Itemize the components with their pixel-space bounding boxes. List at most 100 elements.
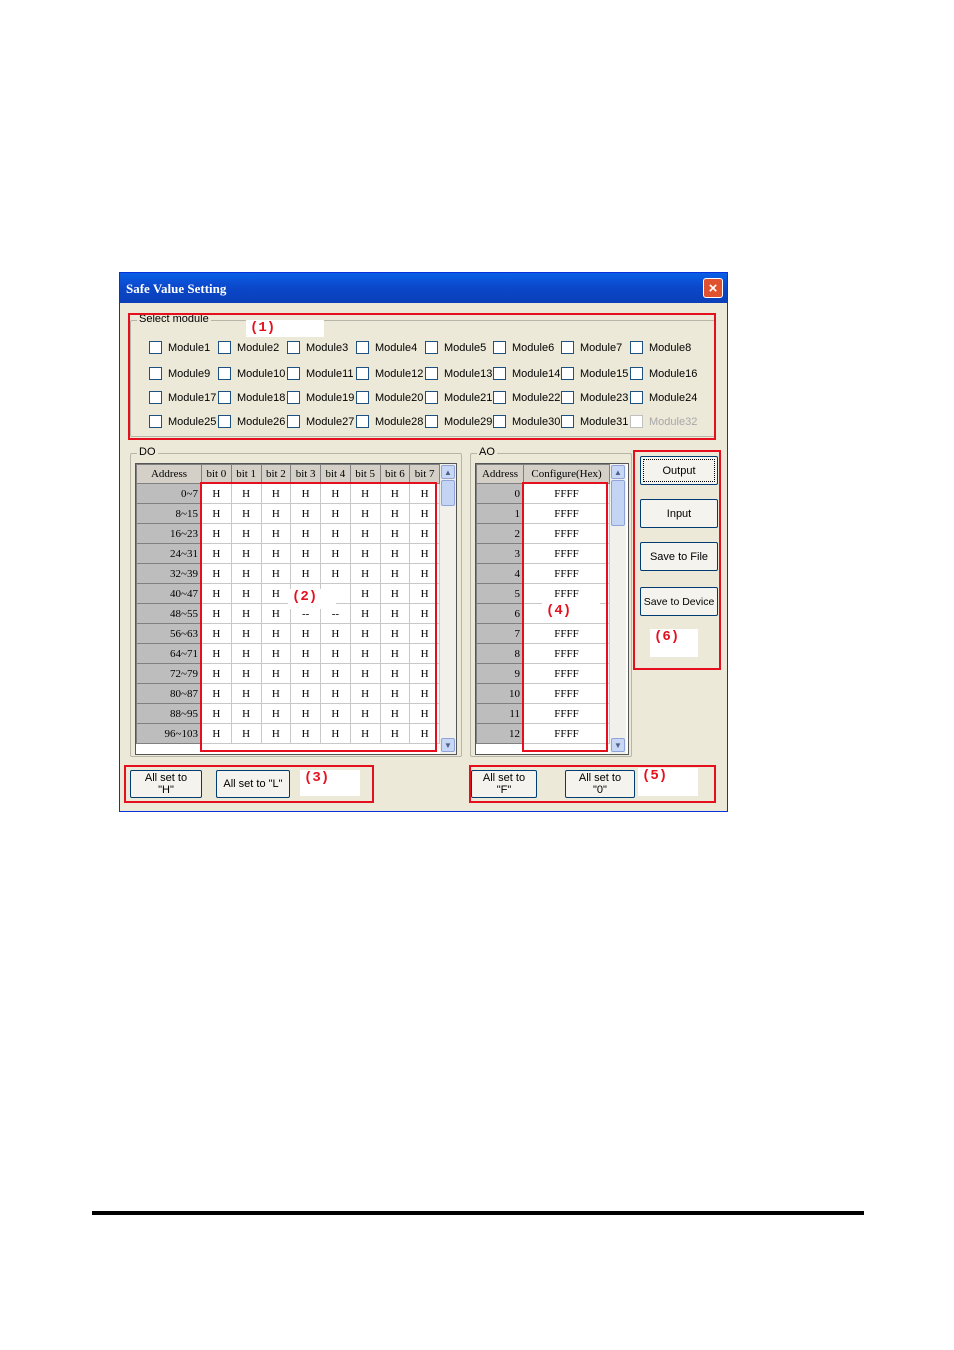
bit-cell[interactable]: H [349, 543, 381, 564]
bit-cell[interactable]: H [260, 683, 292, 704]
bit-cell[interactable]: H [230, 663, 262, 684]
checkbox-icon[interactable] [425, 341, 438, 354]
checkbox-icon[interactable] [218, 341, 231, 354]
checkbox-icon[interactable] [149, 367, 162, 380]
bit-cell[interactable]: H [349, 563, 381, 584]
save-to-file-button[interactable]: Save to File [640, 542, 718, 571]
bit-cell[interactable]: H [409, 543, 440, 564]
module-checkbox-7[interactable]: Module7 [561, 341, 622, 354]
bit-cell[interactable]: H [379, 703, 411, 724]
bit-cell[interactable]: H [260, 503, 292, 524]
checkbox-icon[interactable] [356, 415, 369, 428]
checkbox-icon[interactable] [630, 367, 643, 380]
bit-cell[interactable]: H [320, 623, 351, 644]
bit-cell[interactable]: H [230, 483, 262, 504]
checkbox-icon[interactable] [425, 367, 438, 380]
bit-cell[interactable]: H [290, 543, 321, 564]
ao-scrollbar[interactable]: ▲ ▼ [610, 464, 626, 754]
bit-cell[interactable]: H [260, 543, 292, 564]
bit-cell[interactable]: H [349, 583, 381, 604]
bit-cell[interactable]: H [349, 683, 381, 704]
bit-cell[interactable]: H [409, 563, 440, 584]
scroll-thumb[interactable] [441, 480, 455, 506]
bit-cell[interactable]: H [260, 623, 292, 644]
bit-cell[interactable]: H [320, 723, 351, 744]
bit-cell[interactable]: H [379, 603, 411, 624]
bit-cell[interactable]: H [290, 563, 321, 584]
bit-cell[interactable]: H [290, 703, 321, 724]
bit-cell[interactable]: H [230, 623, 262, 644]
module-checkbox-27[interactable]: Module27 [287, 415, 354, 428]
module-checkbox-22[interactable]: Module22 [493, 391, 560, 404]
bit-cell[interactable]: H [290, 643, 321, 664]
bit-cell[interactable]: H [379, 683, 411, 704]
bit-cell[interactable]: H [290, 503, 321, 524]
bit-cell[interactable]: H [379, 483, 411, 504]
bit-cell[interactable]: H [409, 663, 440, 684]
bit-cell[interactable]: H [290, 683, 321, 704]
bit-cell[interactable]: H [409, 583, 440, 604]
module-checkbox-5[interactable]: Module5 [425, 341, 486, 354]
module-checkbox-31[interactable]: Module31 [561, 415, 628, 428]
module-checkbox-25[interactable]: Module25 [149, 415, 216, 428]
save-to-device-button[interactable]: Save to Device [640, 587, 718, 616]
checkbox-icon[interactable] [218, 367, 231, 380]
module-checkbox-13[interactable]: Module13 [425, 367, 492, 380]
checkbox-icon[interactable] [218, 391, 231, 404]
checkbox-icon[interactable] [630, 391, 643, 404]
scroll-thumb[interactable] [611, 480, 625, 526]
hex-value-cell[interactable]: FFFF [523, 563, 610, 584]
bit-cell[interactable]: H [201, 543, 232, 564]
bit-cell[interactable]: H [320, 643, 351, 664]
module-checkbox-14[interactable]: Module14 [493, 367, 560, 380]
scroll-down-icon[interactable]: ▼ [441, 738, 455, 752]
bit-cell[interactable]: H [260, 603, 292, 624]
checkbox-icon[interactable] [630, 415, 643, 428]
bit-cell[interactable]: H [260, 723, 292, 744]
bit-cell[interactable]: H [379, 723, 411, 744]
bit-cell[interactable]: H [290, 483, 321, 504]
bit-cell[interactable]: H [260, 483, 292, 504]
bit-cell[interactable]: H [230, 603, 262, 624]
hex-value-cell[interactable]: FFFF [523, 723, 610, 744]
bit-cell[interactable]: H [201, 523, 232, 544]
checkbox-icon[interactable] [287, 367, 300, 380]
checkbox-icon[interactable] [493, 341, 506, 354]
hex-value-cell[interactable]: FFFF [523, 643, 610, 664]
checkbox-icon[interactable] [425, 415, 438, 428]
hex-value-cell[interactable]: FFFF [523, 663, 610, 684]
bit-cell[interactable]: H [409, 603, 440, 624]
bit-cell[interactable]: H [409, 503, 440, 524]
scroll-up-icon[interactable]: ▲ [441, 465, 455, 479]
checkbox-icon[interactable] [149, 341, 162, 354]
do-scrollbar[interactable]: ▲ ▼ [440, 464, 456, 754]
bit-cell[interactable]: H [201, 683, 232, 704]
bit-cell[interactable]: H [409, 683, 440, 704]
module-checkbox-24[interactable]: Module24 [630, 391, 697, 404]
scroll-up-icon[interactable]: ▲ [611, 465, 625, 479]
bit-cell[interactable]: H [201, 503, 232, 524]
module-checkbox-12[interactable]: Module12 [356, 367, 423, 380]
hex-value-cell[interactable]: FFFF [523, 703, 610, 724]
hex-value-cell[interactable]: FFFF [523, 583, 610, 604]
bit-cell[interactable]: H [379, 523, 411, 544]
module-checkbox-8[interactable]: Module8 [630, 341, 691, 354]
bit-cell[interactable]: H [320, 483, 351, 504]
bit-cell[interactable]: H [260, 563, 292, 584]
checkbox-icon[interactable] [493, 367, 506, 380]
bit-cell[interactable]: H [379, 503, 411, 524]
bit-cell[interactable]: H [349, 643, 381, 664]
checkbox-icon[interactable] [561, 367, 574, 380]
bit-cell[interactable]: H [201, 583, 232, 604]
module-checkbox-10[interactable]: Module10 [218, 367, 285, 380]
bit-cell[interactable]: H [320, 683, 351, 704]
checkbox-icon[interactable] [287, 391, 300, 404]
bit-cell[interactable]: H [230, 643, 262, 664]
all-set-h-button[interactable]: All set to "H" [130, 770, 202, 798]
module-checkbox-19[interactable]: Module19 [287, 391, 354, 404]
bit-cell[interactable]: H [379, 643, 411, 664]
bit-cell[interactable]: H [230, 703, 262, 724]
bit-cell[interactable]: H [409, 623, 440, 644]
bit-cell[interactable]: H [349, 663, 381, 684]
bit-cell[interactable]: H [260, 663, 292, 684]
